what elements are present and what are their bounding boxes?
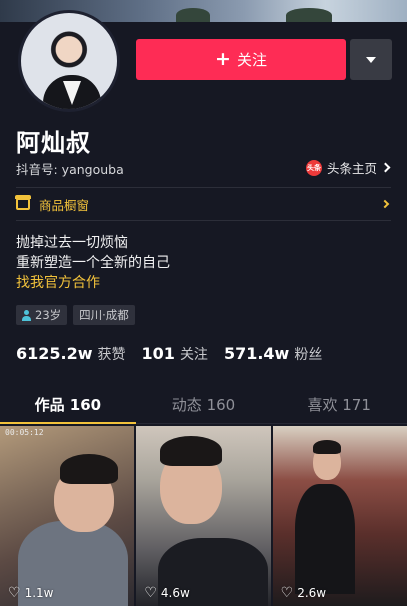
- location-tag-label: 四川·成都: [79, 308, 129, 322]
- likes-label: 获赞: [97, 347, 126, 363]
- video-likes: ♡ 1.1w: [8, 586, 53, 600]
- bio-line: 重新塑造一个全新的自己: [16, 255, 170, 271]
- age-tag-label: 23岁: [35, 308, 62, 322]
- avatar[interactable]: [18, 10, 120, 112]
- followers-count[interactable]: 571.4w: [224, 344, 289, 363]
- plus-icon: +: [215, 48, 231, 70]
- dropdown-triangle-icon: [366, 56, 376, 63]
- shop-window-label: 商品橱窗: [39, 197, 90, 213]
- following-count[interactable]: 101: [142, 344, 175, 363]
- heart-icon: ♡: [280, 585, 294, 601]
- shop-window-icon: [15, 195, 31, 210]
- toutiao-icon: 头条: [305, 159, 322, 176]
- toutiao-homepage-link[interactable]: 头条 头条主页: [305, 158, 391, 177]
- bio-line: 抛掉过去一切烦恼: [16, 235, 128, 251]
- profile-stats: 6125.2w 获赞 101 关注 571.4w 粉丝: [16, 344, 338, 364]
- video-timestamp: 00:05:12: [5, 428, 44, 437]
- person-icon: [22, 309, 31, 321]
- tab-works[interactable]: 作品 160: [0, 388, 136, 424]
- video-thumbnail[interactable]: ♡ 4.6w: [136, 426, 271, 606]
- profile-name: 阿灿叔: [16, 129, 91, 157]
- follow-button-label: 关注: [236, 51, 267, 69]
- more-options-button[interactable]: [350, 39, 392, 80]
- bio: 抛掉过去一切烦恼 重新塑造一个全新的自己 找我官方合作: [16, 233, 170, 293]
- video-likes: ♡ 4.6w: [144, 586, 189, 600]
- following-label[interactable]: 关注: [180, 344, 208, 364]
- profile-tabs: 作品 160 动态 160 喜欢 171: [0, 388, 407, 424]
- video-thumbnail[interactable]: 00:05:12 ♡ 1.1w: [0, 426, 135, 606]
- video-likes-count: 1.1w: [24, 586, 54, 600]
- video-likes: ♡ 2.6w: [281, 586, 326, 600]
- shop-window-row[interactable]: 商品橱窗: [15, 188, 391, 220]
- tab-liked[interactable]: 喜欢 171: [271, 388, 407, 423]
- video-likes-count: 2.6w: [297, 586, 327, 600]
- follow-button[interactable]: + 关注: [136, 39, 346, 80]
- chevron-right-icon: [380, 162, 391, 173]
- heart-icon: ♡: [8, 585, 21, 601]
- location-tag: 四川·成都: [73, 305, 135, 325]
- chevron-right-icon: [380, 199, 390, 209]
- profile-tags: 23岁 四川·成都: [16, 305, 135, 325]
- tab-posts[interactable]: 动态 160: [136, 388, 272, 423]
- toutiao-label: 头条主页: [326, 161, 377, 176]
- video-likes-count: 4.6w: [160, 586, 190, 600]
- heart-icon: ♡: [144, 585, 157, 601]
- video-thumbnail[interactable]: ♡ 2.6w: [272, 426, 407, 606]
- divider: [16, 220, 391, 221]
- cooperation-link[interactable]: 找我官方合作: [16, 273, 170, 293]
- video-grid: 00:05:12 ♡ 1.1w ♡ 4.6w ♡ 2.6w: [0, 426, 407, 606]
- douyin-id: 抖音号: yangouba: [16, 162, 124, 177]
- likes-count: 6125.2w: [16, 344, 93, 363]
- age-tag: 23岁: [16, 305, 68, 325]
- followers-label[interactable]: 粉丝: [294, 344, 322, 364]
